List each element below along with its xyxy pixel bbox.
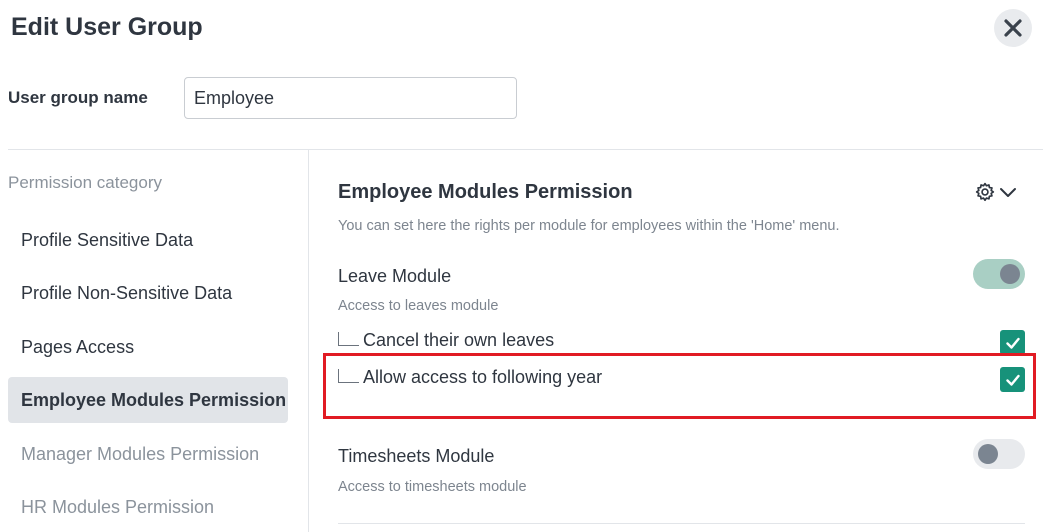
close-button[interactable] (994, 9, 1032, 47)
module-divider (338, 523, 1025, 524)
header-divider (8, 149, 1043, 150)
category-manager-modules-permission[interactable]: Manager Modules Permission (8, 431, 288, 477)
leave-module-description: Access to leaves module (338, 298, 499, 314)
section-title: Employee Modules Permission (338, 181, 633, 203)
cancel-own-leaves-checkbox[interactable] (1000, 330, 1025, 355)
leave-module-title: Leave Module (338, 266, 452, 286)
toggle-knob (978, 444, 998, 464)
sub-permission-cancel-own-leaves: Cancel their own leaves (338, 330, 554, 351)
category-employee-modules-permission[interactable]: Employee Modules Permission (8, 377, 288, 423)
highlight-box (323, 353, 1036, 419)
category-pages-access[interactable]: Pages Access (8, 324, 288, 370)
dialog-title: Edit User Group (11, 13, 203, 41)
close-icon (1004, 19, 1022, 37)
section-description: You can set here the rights per module f… (338, 218, 840, 234)
leave-module-toggle[interactable] (973, 259, 1025, 289)
toggle-knob (1000, 264, 1020, 284)
check-icon (1005, 337, 1020, 349)
category-hr-modules-permission[interactable]: HR Modules Permission (8, 484, 288, 530)
gear-icon (975, 182, 995, 202)
column-divider (308, 150, 309, 532)
category-profile-sensitive-data[interactable]: Profile Sensitive Data (8, 217, 288, 263)
timesheets-module-description: Access to timesheets module (338, 479, 527, 495)
section-settings-menu[interactable] (974, 180, 1020, 204)
group-name-input[interactable] (184, 77, 517, 119)
chevron-down-icon (1000, 188, 1016, 197)
timesheets-module-title: Timesheets Module (338, 446, 495, 466)
category-profile-non-sensitive-data[interactable]: Profile Non-Sensitive Data (8, 270, 288, 316)
timesheets-module-toggle[interactable] (973, 439, 1025, 469)
sub-permission-label: Cancel their own leaves (363, 330, 555, 350)
permission-category-heading: Permission category (8, 173, 163, 192)
tree-connector-icon (338, 332, 359, 346)
group-name-label: User group name (8, 88, 148, 107)
